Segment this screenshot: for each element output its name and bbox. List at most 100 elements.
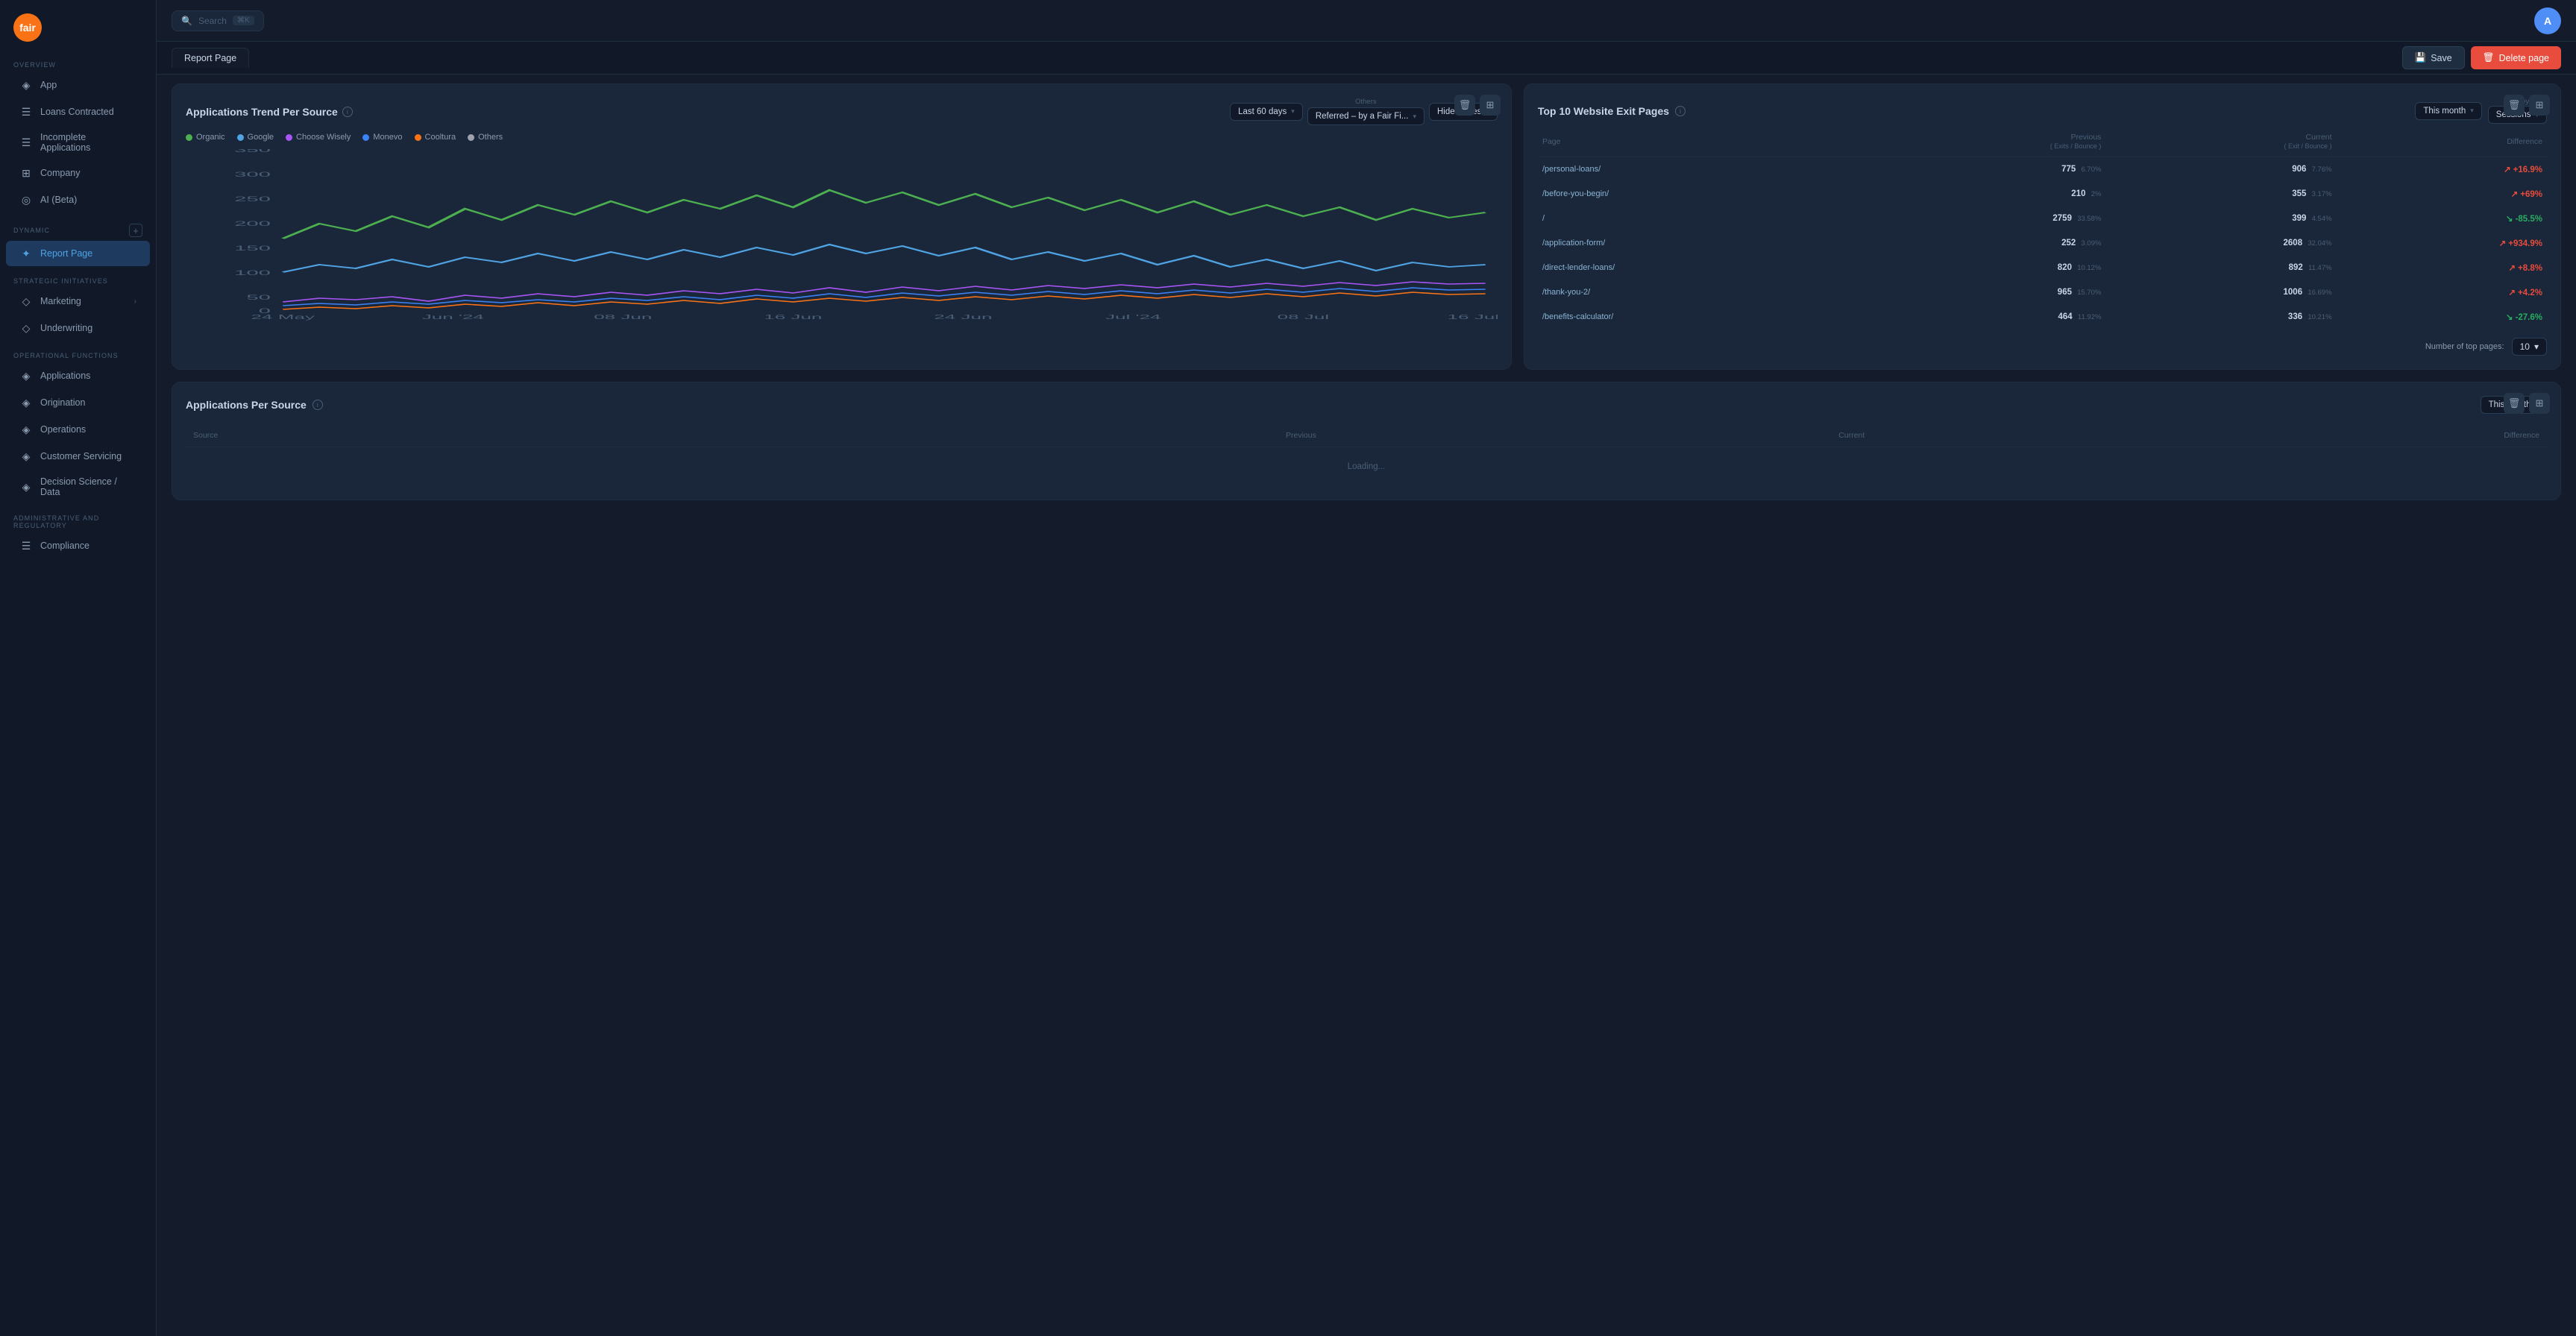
table-row: /thank-you-2/ 965 15.70% 1006 16.69% ↗+4…: [1538, 280, 2547, 305]
prev-cell: 2759 33.58%: [1865, 207, 2105, 231]
sidebar-item-decision-science[interactable]: ◈ Decision Science / Data: [6, 470, 150, 503]
sidebar-item-app[interactable]: ◈ App: [6, 72, 150, 98]
operations-icon: ◈: [19, 423, 33, 436]
legend-others: Others: [468, 133, 503, 142]
organic-dot: [186, 134, 192, 141]
num-pages-value: 10: [2520, 341, 2530, 352]
curr-cell: 1006 16.69%: [2105, 280, 2336, 305]
chevron-down-icon: ▾: [1291, 107, 1295, 116]
save-button[interactable]: 💾 Save: [2402, 46, 2465, 69]
prev-cell: 464 11.92%: [1865, 305, 2105, 330]
page-tabs: Report Page 💾 Save 🗑 Delete page: [157, 42, 2576, 75]
content-area: 🗑 ⊞ Applications Trend Per Source i Last…: [157, 75, 2576, 1336]
prev-cell: 820 10.12%: [1865, 256, 2105, 280]
chevron-down-icon-6: ▾: [2534, 341, 2539, 352]
chart1-header: Applications Trend Per Source i Last 60 …: [186, 98, 1498, 125]
sidebar-item-applications[interactable]: ◈ Applications: [6, 363, 150, 388]
marketing-icon: ◇: [19, 294, 33, 308]
apps-per-source-title: Applications Per Source: [186, 399, 307, 411]
chevron-down-icon-4: ▾: [2470, 107, 2474, 115]
sidebar-item-incomplete-applications[interactable]: ☰ Incomplete Applications: [6, 126, 150, 159]
delete-card-btn[interactable]: 🗑: [1454, 95, 1475, 116]
save-icon: 💾: [2415, 52, 2427, 63]
curr-cell: 399 4.54%: [2105, 207, 2336, 231]
section-overview: OVERVIEW: [0, 51, 156, 72]
delete-icon: 🗑: [2483, 52, 2495, 63]
cooltura-dot: [415, 134, 421, 141]
section-admin: ADMINISTRATIVE AND REGULATORY: [0, 504, 156, 532]
sidebar-item-compliance[interactable]: ☰ Compliance: [6, 533, 150, 558]
sidebar-item-origination[interactable]: ◈ Origination: [6, 390, 150, 415]
sidebar-item-ai-beta[interactable]: ◎ AI (Beta): [6, 187, 150, 212]
grid-card-btn-3[interactable]: ⊞: [2529, 393, 2550, 414]
table-row: Loading...: [186, 447, 2547, 487]
section-dynamic: DYNAMIC: [13, 227, 50, 234]
num-pages-label: Number of top pages:: [2425, 342, 2504, 351]
sidebar-item-label: App: [40, 80, 57, 90]
sidebar-item-label: Decision Science / Data: [40, 476, 136, 497]
others-dot: [468, 134, 474, 141]
svg-text:16 Jul: 16 Jul: [1448, 314, 1498, 321]
section-strategic: STRATEGIC INITIATIVES: [0, 267, 156, 288]
top-pages-info-icon[interactable]: i: [1675, 106, 1686, 116]
sidebar-item-underwriting[interactable]: ◇ Underwriting: [6, 315, 150, 341]
ai-icon: ◎: [19, 193, 33, 207]
chart1-info-icon[interactable]: i: [342, 107, 353, 117]
grid-card-btn-2[interactable]: ⊞: [2529, 95, 2550, 116]
card-actions-3: 🗑 ⊞: [2504, 393, 2550, 414]
legend-organic: Organic: [186, 133, 225, 142]
sidebar-item-customer-servicing[interactable]: ◈ Customer Servicing: [6, 444, 150, 469]
time-filter-dropdown[interactable]: Last 60 days ▾: [1230, 103, 1303, 121]
top-pages-time-dropdown[interactable]: This month ▾: [2415, 102, 2481, 120]
table-row: / 2759 33.58% 399 4.54% ↘-85.5%: [1538, 207, 2547, 231]
table-row: /personal-loans/ 775 6.70% 906 7.76% ↗+1…: [1538, 157, 2547, 182]
legend-google: Google: [237, 133, 274, 142]
delete-page-button[interactable]: 🗑 Delete page: [2471, 46, 2561, 69]
grid-card-btn[interactable]: ⊞: [1480, 95, 1501, 116]
sidebar-item-operations[interactable]: ◈ Operations: [6, 417, 150, 442]
sidebar-item-label: Company: [40, 168, 81, 178]
applications-trend-card: 🗑 ⊞ Applications Trend Per Source i Last…: [172, 84, 1512, 370]
apps-per-source-info-icon[interactable]: i: [312, 400, 323, 410]
sidebar-item-label: Loans Contracted: [40, 107, 114, 117]
diff-cell: ↗+8.8%: [2337, 256, 2547, 280]
table-row: /before-you-begin/ 210 2% 355 3.17% ↗+69…: [1538, 182, 2547, 207]
tab-report-page[interactable]: Report Page: [172, 48, 249, 68]
diff-cell: ↗+4.2%: [2337, 280, 2547, 305]
applications-per-source-card: 🗑 ⊞ Applications Per Source i This month…: [172, 382, 2561, 500]
svg-text:08 Jul: 08 Jul: [1278, 314, 1330, 321]
table-row: /application-form/ 252 3.09% 2608 32.04%…: [1538, 231, 2547, 256]
svg-text:16 Jun: 16 Jun: [764, 314, 822, 321]
curr-cell: 336 10.21%: [2105, 305, 2336, 330]
legend-cooltura: Cooltura: [415, 133, 456, 142]
svg-text:100: 100: [234, 269, 271, 277]
others-label: Others: [1355, 98, 1377, 106]
num-pages-dropdown[interactable]: 10 ▾: [2512, 338, 2547, 356]
user-avatar[interactable]: A: [2534, 7, 2561, 34]
apps-per-source-table: Source Previous Current Difference Loadi…: [186, 424, 2547, 486]
sidebar-item-report-page[interactable]: ✦ Report Page: [6, 241, 150, 266]
source-filter-dropdown[interactable]: Referred – by a Fair Fi... ▾: [1307, 107, 1424, 125]
col-difference: Difference: [2337, 127, 2547, 157]
delete-card-btn-2[interactable]: 🗑: [2504, 95, 2525, 116]
search-icon: 🔍: [181, 16, 192, 26]
chart-legend: Organic Google Choose Wisely Monevo: [186, 133, 1498, 142]
search-bar[interactable]: 🔍 Search ⌘K: [172, 10, 264, 31]
logo-icon[interactable]: fair: [13, 13, 42, 42]
search-label: Search: [198, 16, 227, 26]
svg-text:200: 200: [234, 220, 271, 227]
main-content: 🔍 Search ⌘K A Report Page 💾 Save 🗑 Delet…: [157, 0, 2576, 1336]
chevron-right-icon: ›: [134, 297, 136, 306]
report-icon: ✦: [19, 247, 33, 260]
top-pages-footer: Number of top pages: 10 ▾: [1538, 338, 2547, 356]
monevo-dot: [362, 134, 369, 141]
sidebar-item-marketing[interactable]: ◇ Marketing ›: [6, 289, 150, 314]
add-dynamic-button[interactable]: +: [129, 224, 142, 237]
page-cell: /thank-you-2/: [1538, 280, 1865, 305]
applications-icon: ◈: [19, 369, 33, 382]
sidebar-item-loans-contracted[interactable]: ☰ Loans Contracted: [6, 99, 150, 125]
delete-card-btn-3[interactable]: 🗑: [2504, 393, 2525, 414]
sidebar-item-company[interactable]: ⊞ Company: [6, 160, 150, 186]
svg-text:Jun '24: Jun '24: [422, 314, 485, 321]
curr-cell: 892 11.47%: [2105, 256, 2336, 280]
